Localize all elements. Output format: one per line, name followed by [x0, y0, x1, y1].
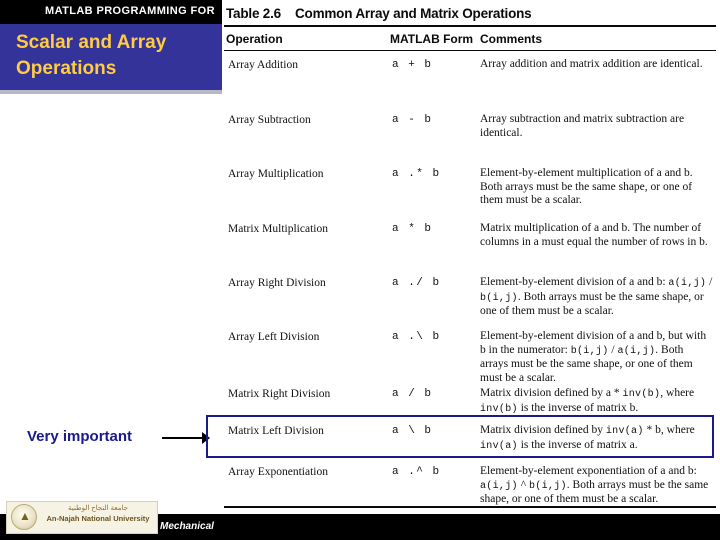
- cell-comment: Element-by-element division of a and b, …: [480, 330, 707, 384]
- table-caption: Table 2.6 Common Array and Matrix Operati…: [226, 6, 532, 21]
- banner-title: MATLAB PROGRAMMING FOR: [45, 5, 215, 17]
- annotation-arrow-line: [162, 437, 206, 439]
- cell-comment: Array addition and matrix addition are i…: [480, 58, 703, 70]
- column-header-matlab-form: MATLAB Form: [390, 32, 474, 46]
- university-name-arabic: جامعة النجاح الوطنية: [68, 505, 128, 512]
- cell-comment: Element-by-element exponentiation of a a…: [480, 465, 709, 506]
- cell-matlab-form: a .^ b: [392, 466, 441, 478]
- university-name-english: An-Najah National University: [46, 514, 150, 523]
- table-caption-number: Table 2.6: [226, 6, 281, 21]
- cell-comment: Element-by-element division of a and b: …: [480, 276, 713, 318]
- cell-matlab-form: a .* b: [392, 168, 441, 180]
- cell-matlab-form: a + b: [392, 59, 433, 71]
- title-box-shadow: [0, 90, 224, 94]
- cell-operation: Array Exponentiation: [228, 466, 328, 478]
- cell-matlab-form: a - b: [392, 114, 433, 126]
- department-label: Mechanical: [160, 521, 214, 532]
- table-rule-bottom: [224, 506, 716, 508]
- highlight-box-matrix-left-division: [206, 415, 714, 458]
- table-rule-top: [224, 25, 716, 27]
- cell-comment: Matrix division defined by a * inv(b), w…: [480, 387, 695, 415]
- cell-matlab-form: a ./ b: [392, 277, 441, 289]
- page-title: Scalar and Array Operations: [16, 32, 167, 79]
- cell-comment: Array subtraction and matrix subtraction…: [480, 113, 685, 139]
- cell-matlab-form: a / b: [392, 388, 433, 400]
- cell-operation: Array Addition: [228, 59, 298, 71]
- eagle-icon: ▲: [19, 509, 31, 523]
- cell-comment: Element-by-element multiplication of a a…: [480, 167, 693, 207]
- column-header-operation: Operation: [226, 32, 283, 46]
- cell-operation: Array Right Division: [228, 277, 326, 289]
- slide-canvas: MATLAB PROGRAMMING FOR Scalar and Array …: [0, 0, 720, 540]
- cell-matlab-form: a * b: [392, 223, 433, 235]
- annotation-label: Very important: [27, 428, 133, 445]
- cell-operation: Array Subtraction: [228, 114, 311, 126]
- cell-operation: Array Multiplication: [228, 168, 324, 180]
- cell-operation: Matrix Multiplication: [228, 223, 328, 235]
- cell-matlab-form: a .\ b: [392, 331, 441, 343]
- table-rule-header: [224, 50, 716, 51]
- column-header-comments: Comments: [480, 32, 543, 46]
- cell-operation: Matrix Right Division: [228, 388, 331, 400]
- cell-operation: Array Left Division: [228, 331, 320, 343]
- table-caption-title: Common Array and Matrix Operations: [294, 6, 532, 21]
- cell-comment: Matrix multiplication of a and b. The nu…: [480, 222, 708, 248]
